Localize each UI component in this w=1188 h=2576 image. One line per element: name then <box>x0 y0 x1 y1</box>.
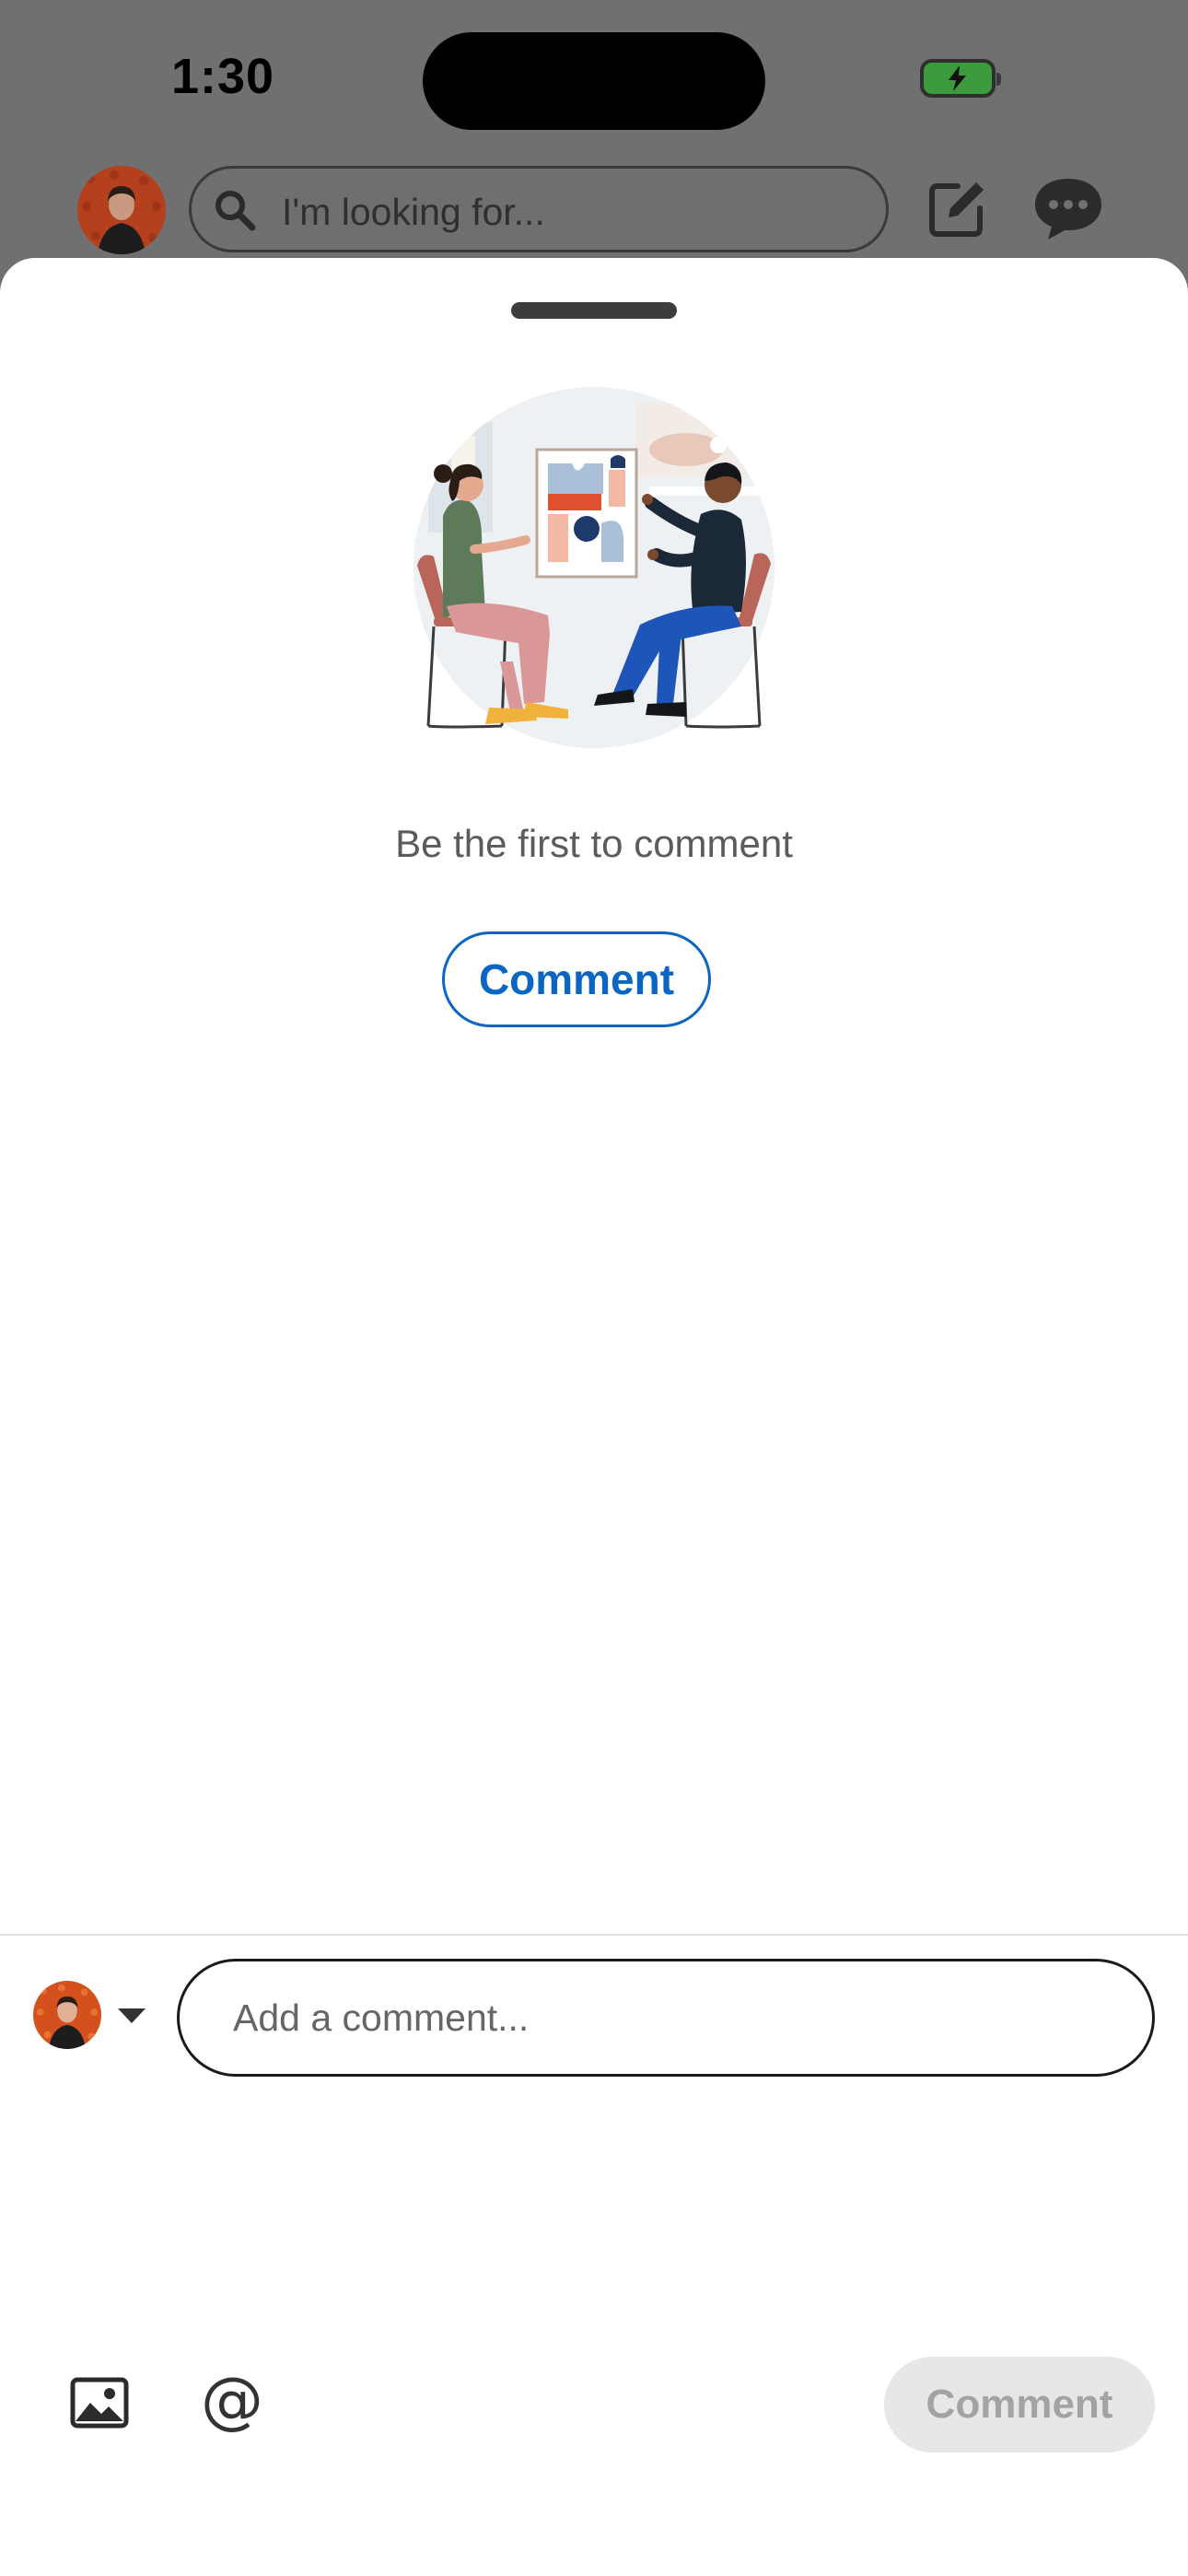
caret-down-icon[interactable] <box>118 2008 146 2023</box>
profile-avatar[interactable] <box>77 166 166 254</box>
messages-icon <box>1035 179 1101 240</box>
empty-comments-illustration <box>413 387 775 748</box>
status-time: 1:30 <box>171 49 275 104</box>
empty-state-text: Be the first to comment <box>395 822 793 865</box>
search-placeholder: I'm looking for... <box>282 191 545 233</box>
search-bar[interactable]: I'm looking for... <box>189 166 889 252</box>
drag-handle[interactable] <box>511 302 677 319</box>
comment-input[interactable] <box>177 1959 1155 2077</box>
add-image-button[interactable] <box>70 2377 129 2429</box>
battery-charging-icon <box>920 59 1001 98</box>
messages-button[interactable] <box>1031 175 1105 241</box>
composer-divider <box>0 1934 1188 1936</box>
compose-icon <box>929 182 984 237</box>
mention-icon[interactable]: @ <box>201 2370 263 2432</box>
submit-comment-button[interactable]: Comment <box>884 2357 1155 2453</box>
comments-sheet: Be the first to comment Comment <box>0 258 1188 2576</box>
image-icon <box>70 2377 129 2429</box>
dynamic-island <box>423 32 765 130</box>
compose-button[interactable] <box>925 177 989 241</box>
composer-avatar[interactable] <box>33 1981 101 2049</box>
comment-button[interactable]: Comment <box>442 931 711 1027</box>
search-icon <box>212 187 258 238</box>
background-app: 1:30 I'm looking for... <box>0 0 1188 276</box>
